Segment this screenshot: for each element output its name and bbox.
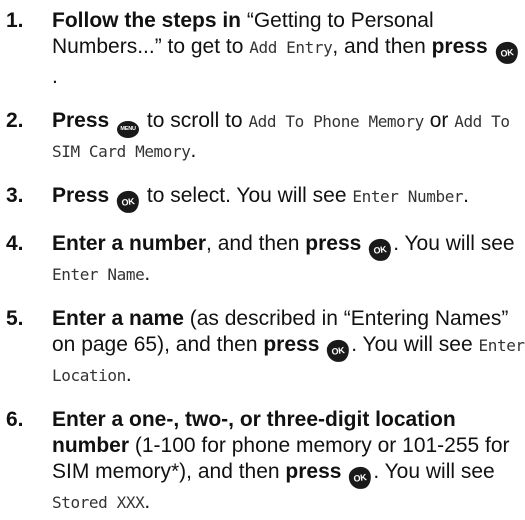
step-text: . [125, 362, 132, 386]
step-number: 6. [6, 407, 24, 431]
screen-text: Add Entry [249, 38, 333, 57]
step-emphasis: press [431, 35, 488, 58]
ok-key-icon: OK [367, 237, 393, 262]
step-6: 6. Enter a one-, two-, or three-digit loc… [0, 407, 525, 516]
screen-text: Stored XXX [52, 492, 145, 512]
step-text: . You will see [393, 231, 515, 255]
step-number: 3. [6, 183, 24, 207]
step-emphasis: Enter a name [52, 306, 184, 330]
step-text: . [144, 261, 151, 285]
step-text: . [144, 489, 151, 513]
step-emphasis: press [305, 231, 362, 255]
step-text: to select. You will see [141, 183, 353, 207]
ok-key-icon: OK [494, 40, 519, 66]
step-text: . [463, 183, 469, 207]
step-emphasis: Follow the steps in [52, 9, 242, 32]
step-emphasis: press [285, 459, 342, 483]
step-text: . [52, 65, 58, 88]
ok-key-icon: OK [115, 189, 141, 214]
ok-key-icon: OK [325, 338, 351, 363]
menu-key-icon: MENU [117, 120, 140, 138]
screen-text: Add To Phone Memory [248, 112, 424, 131]
step-text: . You will see [373, 459, 495, 483]
screen-text: Enter Name [52, 264, 145, 284]
step-number: 4. [6, 231, 24, 255]
step-number: 2. [6, 109, 24, 132]
step-3: 3. Press OK to select. You will see Enter… [0, 183, 525, 214]
instruction-steps: 1. Follow the steps in “Getting to Person… [0, 8, 525, 516]
step-text: . [190, 138, 197, 162]
step-number: 1. [6, 9, 24, 32]
step-emphasis: Press [52, 109, 110, 132]
step-emphasis: press [263, 332, 320, 356]
step-5: 5. Enter a name (as described in “Enterin… [0, 306, 525, 389]
step-2: 2. Press MENU to scroll to Add To Phone M… [0, 108, 525, 165]
step-text: to scroll to [141, 109, 249, 132]
screen-text: Enter Number [352, 186, 464, 206]
step-number: 5. [6, 306, 24, 330]
step-text: , and then [332, 35, 432, 58]
step-text: . You will see [351, 332, 479, 356]
step-text: or [423, 109, 455, 132]
step-1: 1. Follow the steps in “Getting to Person… [0, 8, 525, 90]
step-4: 4. Enter a number, and then press OK. You… [0, 231, 525, 288]
step-emphasis: Press [52, 183, 110, 207]
ok-key-icon: OK [347, 465, 373, 490]
step-emphasis: Enter a number [52, 231, 207, 255]
step-text: , and then [206, 231, 306, 255]
